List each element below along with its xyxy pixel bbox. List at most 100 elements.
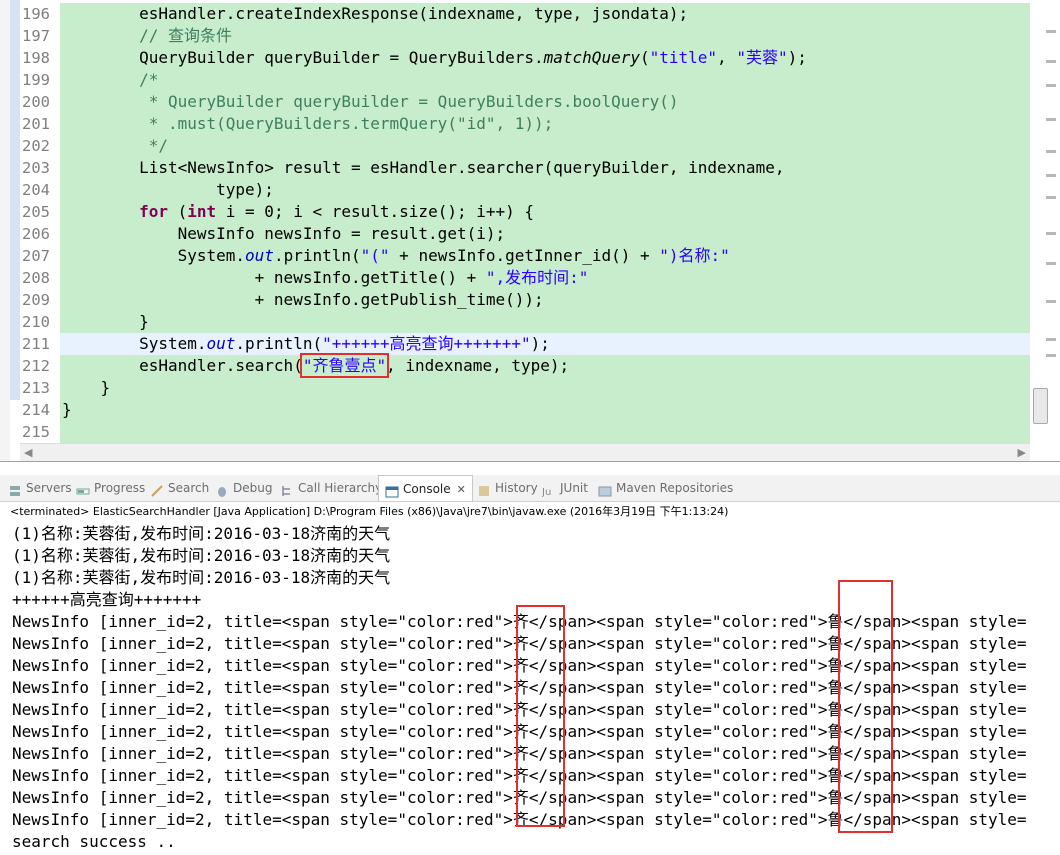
line-number: 209	[22, 291, 50, 309]
code-token: List<NewsInfo> result = esHandler.search…	[62, 158, 785, 177]
maven-repositories-icon	[598, 481, 612, 496]
code-comment: * .must(QueryBuilders.termQuery("id", 1)…	[62, 114, 554, 133]
code-token: );	[787, 48, 807, 67]
code-line: esHandler.createIndexResponse(indexname,…	[62, 3, 1030, 25]
code-token: }	[62, 400, 72, 419]
search-icon	[150, 481, 164, 497]
overview-marker[interactable]	[1046, 338, 1056, 341]
code-line: }	[62, 377, 1030, 399]
history-icon	[477, 481, 491, 496]
code-editor[interactable]: 196 197 198 199 200 201 202 203 204 205 …	[0, 0, 1060, 462]
overview-ruler[interactable]	[1030, 0, 1060, 445]
overview-marker[interactable]	[1046, 300, 1056, 303]
line-number: 206	[22, 225, 50, 243]
overview-marker[interactable]	[1046, 30, 1056, 33]
console-line: (1)名称:芙蓉街,发布时间:2016-03-18济南的天气	[12, 546, 391, 565]
tab-label: Console	[403, 482, 451, 496]
code-line: /*	[62, 69, 1030, 91]
code-comment: /*	[62, 70, 159, 89]
line-number: 205	[22, 203, 50, 221]
code-static-field: out	[206, 334, 236, 353]
tab-label: Debug	[233, 481, 273, 495]
code-line: * QueryBuilder queryBuilder = QueryBuild…	[62, 91, 1030, 113]
scroll-right-arrow-icon[interactable]: ▶	[1018, 446, 1026, 459]
code-token: + newsInfo.getPublish_time());	[62, 290, 544, 309]
code-token: QueryBuilder queryBuilder = QueryBuilder…	[62, 48, 544, 67]
code-token: ,	[717, 48, 737, 67]
tab-servers[interactable]: Servers	[8, 475, 72, 501]
overview-marker[interactable]	[1046, 196, 1056, 199]
overview-marker[interactable]	[1046, 84, 1056, 87]
code-text[interactable]: esHandler.createIndexResponse(indexname,…	[62, 3, 1030, 443]
tab-console[interactable]: Console ✕	[378, 475, 473, 502]
progress-icon	[76, 481, 90, 495]
tab-junit[interactable]: Ju JUnit	[541, 475, 588, 501]
code-line: System.out.println("(" + newsInfo.getInn…	[62, 245, 1030, 267]
code-keyword: for	[139, 202, 168, 221]
console-line: search success ..	[12, 832, 176, 851]
tab-label: Maven Repositories	[616, 481, 734, 495]
views-tab-bar: Servers Progress Search Debug Call Hiera…	[0, 475, 1060, 502]
code-string: "("	[360, 246, 390, 265]
tab-label: JUnit	[560, 481, 588, 495]
line-number: 215	[22, 423, 50, 441]
vertical-scrollbar-thumb[interactable]	[1033, 388, 1048, 424]
tab-progress[interactable]: Progress	[76, 475, 145, 501]
tab-maven-repositories[interactable]: Maven Repositories	[598, 475, 733, 501]
overview-marker[interactable]	[1046, 60, 1056, 63]
line-number: 207	[22, 247, 50, 265]
code-string: ")名称:"	[659, 246, 730, 265]
console-output[interactable]: (1)名称:芙蓉街,发布时间:2016-03-18济南的天气 (1)名称:芙蓉街…	[0, 522, 1060, 855]
line-number: 196	[22, 5, 50, 23]
tab-label: Search	[168, 481, 210, 495]
code-line: for (int i = 0; i < result.size(); i++) …	[62, 201, 1030, 223]
tab-call-hierarchy[interactable]: Call Hierarchy	[280, 475, 382, 501]
overview-marker[interactable]	[1046, 354, 1056, 357]
code-token: NewsInfo newsInfo = result.get(i);	[62, 224, 506, 243]
svg-text:Ju: Ju	[542, 487, 551, 498]
console-process-status: <terminated> ElasticSearchHandler [Java …	[0, 501, 1060, 521]
code-token: i = 0; i < result.size(); i++) {	[216, 202, 535, 221]
code-token: System.	[62, 334, 207, 353]
code-token: esHandler.search(	[62, 356, 303, 375]
code-token: + newsInfo.getTitle() +	[62, 268, 486, 287]
tab-label: Call Hierarchy	[298, 481, 383, 495]
tab-label: History	[495, 481, 538, 495]
scroll-left-arrow-icon[interactable]: ◀	[24, 446, 32, 459]
tab-search[interactable]: Search	[150, 475, 209, 501]
code-token: , indexname, type);	[386, 356, 570, 375]
junit-icon: Ju	[541, 481, 556, 498]
line-number: 210	[22, 313, 50, 331]
debug-icon	[215, 481, 229, 497]
code-token: type);	[62, 180, 274, 199]
horizontal-scrollbar[interactable]: ◀ ▶	[20, 443, 1030, 462]
code-line: }	[62, 399, 1030, 421]
close-icon[interactable]: ✕	[457, 483, 466, 496]
code-comment: * QueryBuilder queryBuilder = QueryBuild…	[62, 92, 679, 111]
editor-left-strip	[0, 0, 10, 462]
code-line: */	[62, 135, 1030, 157]
code-line: + newsInfo.getTitle() + ",发布时间:"	[62, 267, 1030, 289]
tab-history[interactable]: History	[477, 475, 538, 501]
overview-marker[interactable]	[1046, 174, 1056, 177]
overview-marker[interactable]	[1046, 232, 1056, 235]
code-line: type);	[62, 179, 1030, 201]
code-line: NewsInfo newsInfo = result.get(i);	[62, 223, 1030, 245]
code-string: "芙蓉"	[736, 48, 788, 67]
code-token: );	[530, 334, 550, 353]
servers-icon	[8, 481, 22, 496]
overview-marker[interactable]	[1046, 118, 1056, 121]
line-number: 198	[22, 49, 50, 67]
overview-marker[interactable]	[1046, 262, 1056, 265]
line-number: 199	[22, 71, 50, 89]
line-number: 200	[22, 93, 50, 111]
overview-marker[interactable]	[1046, 150, 1056, 153]
call-hierarchy-icon	[280, 481, 294, 496]
code-string: ",发布时间:"	[485, 268, 589, 287]
code-token: (	[639, 48, 650, 67]
code-comment: // 查询条件	[62, 26, 232, 45]
code-string: "++++++高亮查询+++++++"	[322, 334, 531, 353]
code-token: (	[167, 202, 188, 221]
tab-debug[interactable]: Debug	[215, 475, 272, 501]
